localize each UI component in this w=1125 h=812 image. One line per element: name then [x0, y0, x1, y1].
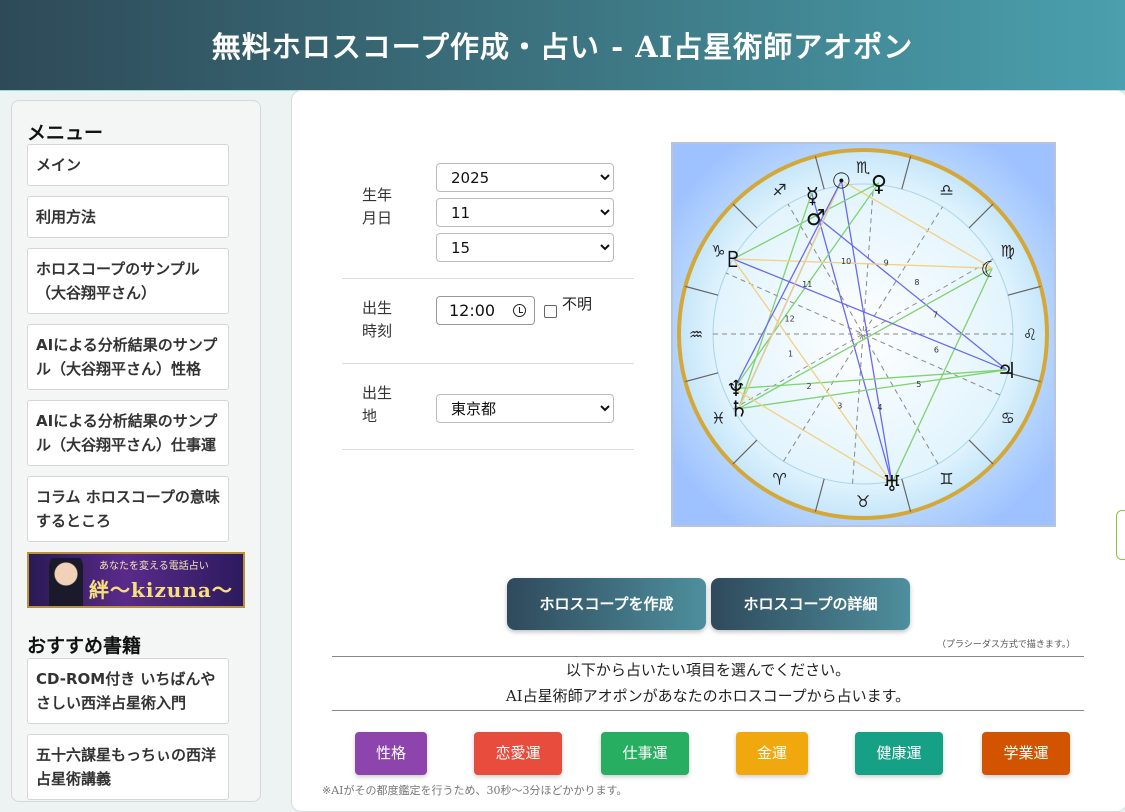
house-number: 2 — [807, 382, 812, 391]
house-number: 9 — [884, 259, 889, 268]
house-number: 12 — [785, 314, 795, 323]
mercury-glyph: ☿ — [806, 184, 820, 209]
instruction-line-1: 以下から占いたい項目を選んでください。 — [565, 661, 851, 679]
zodiac-sign-glyph: ♈ — [772, 470, 786, 489]
house-number: 10 — [841, 257, 851, 266]
menu-heading: メニュー — [27, 122, 104, 144]
horoscope-details-button[interactable]: ホロスコープの詳細 — [711, 578, 910, 630]
house-number: 11 — [802, 280, 812, 289]
page-title: 無料ホロスコープ作成・占い - AI占星術師アオポン — [211, 30, 914, 64]
moon-glyph: ☾ — [981, 258, 1001, 283]
uranus-glyph: ♅ — [882, 472, 902, 497]
clock-icon[interactable] — [513, 304, 526, 317]
house-number: 7 — [933, 311, 938, 320]
sidebar-item-horoscope-sample[interactable]: ホロスコープのサンプル（大谷翔平さん） — [27, 248, 229, 314]
sun-glyph: ☉ — [832, 170, 852, 195]
birth-time-row: 出生時刻 12:00 不明 — [342, 279, 634, 364]
neptune-glyph: ♆ — [726, 377, 746, 402]
house-number: 5 — [916, 380, 921, 389]
sidebar: メニュー メイン 利用方法 ホロスコープのサンプル（大谷翔平さん） AIによる分… — [11, 100, 261, 802]
jupiter-glyph: ♃ — [997, 359, 1017, 384]
create-horoscope-button[interactable]: ホロスコープを作成 — [507, 578, 706, 630]
zodiac-sign-glyph: ♌ — [1023, 325, 1037, 344]
divider-bottom — [332, 710, 1084, 711]
pluto-glyph: ♇ — [723, 248, 743, 273]
category-health-button[interactable]: 健康運 — [855, 732, 943, 775]
house-number: 6 — [934, 346, 939, 355]
sidebar-item-ai-personality-sample[interactable]: AIによる分析結果のサンプル（大谷翔平さん）性格 — [27, 324, 229, 390]
method-note: （プラシーダス方式で描きます。） — [937, 640, 1076, 650]
zodiac-sign-glyph: ♊ — [939, 470, 953, 489]
zodiac-sign-glyph: ♉ — [856, 492, 870, 511]
zodiac-sign-glyph: ♓ — [711, 409, 725, 428]
zodiac-sign-glyph: ♍ — [1000, 242, 1014, 261]
unknown-time-checkbox[interactable] — [544, 305, 557, 318]
place-select[interactable]: 東京都 — [436, 394, 614, 423]
books-heading: おすすめ書籍 — [27, 635, 142, 657]
birth-place-label: 出生地 — [362, 384, 393, 425]
processing-footnote: ※AIがその都度鑑定を行うため、30秒〜3分ほどかかります。 — [322, 784, 628, 797]
year-select[interactable]: 2025 — [436, 163, 614, 192]
mars-glyph: ♂ — [806, 206, 826, 231]
sidebar-item-usage[interactable]: 利用方法 — [27, 196, 229, 238]
sidebar-item-column[interactable]: コラム ホロスコープの意味するところ — [27, 476, 229, 542]
birth-date-label: 生年月日 — [362, 186, 393, 227]
instruction-line-2: AI占星術師アオポンがあなたのホロスコープから占います。 — [505, 687, 911, 705]
banner-name: 絆〜kizuna〜 — [89, 578, 233, 602]
zodiac-sign-glyph: ♏ — [856, 158, 870, 177]
side-widget-tab[interactable] — [1116, 510, 1125, 560]
venus-glyph: ♀ — [871, 172, 887, 197]
zodiac-sign-glyph: ♐ — [772, 180, 786, 199]
banner-tagline: あなたを変える電話占い — [99, 561, 209, 572]
zodiac-sign-glyph: ♎ — [939, 180, 953, 199]
category-work-button[interactable]: 仕事運 — [601, 732, 689, 775]
sidebar-book-1[interactable]: CD-ROM付き いちばんやさしい西洋占星術入門 — [27, 658, 229, 724]
birth-time-label: 出生時刻 — [362, 299, 393, 340]
divider-top — [332, 656, 1084, 657]
sidebar-item-ai-career-sample[interactable]: AIによる分析結果のサンプル（大谷翔平さん）仕事運 — [27, 400, 229, 466]
category-personality-button[interactable]: 性格 — [355, 732, 427, 775]
day-select[interactable]: 15 — [436, 233, 614, 262]
unknown-time-label: 不明 — [562, 295, 593, 313]
horoscope-chart: ♏ ♎ ♍ ♌ ♋ ♊ ♉ ♈ ♓ ♒ ♑ ♐ 1 2 3 4 5 6 7 8 9 10 11 12 ☉ ☿ ♀ ♂ ☾ ♃ ♄ ♅ ♆ ♇ — [671, 142, 1056, 527]
kizuna-ad-banner[interactable]: あなたを変える電話占い 絆〜kizuna〜 — [27, 552, 245, 608]
house-number: 4 — [877, 403, 882, 412]
main-panel: 生年月日 2025 11 15 出生時刻 12:00 不明 出生地 東京都 ♏ … — [291, 90, 1125, 812]
horoscope-wheel: ♏♎♍♌♋♊♉♈♓♒♑♐123 456789101112☉☿ ♀♂☾♃♄♅♆♇ — [673, 144, 1054, 525]
zodiac-sign-glyph: ♒ — [689, 325, 703, 344]
month-select[interactable]: 11 — [436, 198, 614, 227]
category-study-button[interactable]: 学業運 — [982, 732, 1070, 775]
house-number: 8 — [914, 278, 919, 287]
sidebar-book-2[interactable]: 五十六謀星もっちぃの西洋占星術講義 — [27, 734, 229, 800]
fortune-teller-portrait — [49, 558, 83, 606]
sidebar-item-main[interactable]: メイン — [27, 144, 229, 186]
birth-place-row: 出生地 東京都 — [342, 364, 634, 450]
category-love-button[interactable]: 恋愛運 — [474, 732, 562, 775]
site-header: 無料ホロスコープ作成・占い - AI占星術師アオポン — [0, 0, 1125, 91]
category-money-button[interactable]: 金運 — [736, 732, 808, 775]
house-number: 3 — [837, 401, 842, 410]
zodiac-sign-glyph: ♋ — [1000, 409, 1014, 428]
time-input[interactable]: 12:00 — [436, 296, 535, 325]
house-number: 1 — [788, 349, 793, 358]
birth-date-row: 生年月日 2025 11 15 — [342, 148, 634, 279]
time-value: 12:00 — [449, 301, 496, 320]
